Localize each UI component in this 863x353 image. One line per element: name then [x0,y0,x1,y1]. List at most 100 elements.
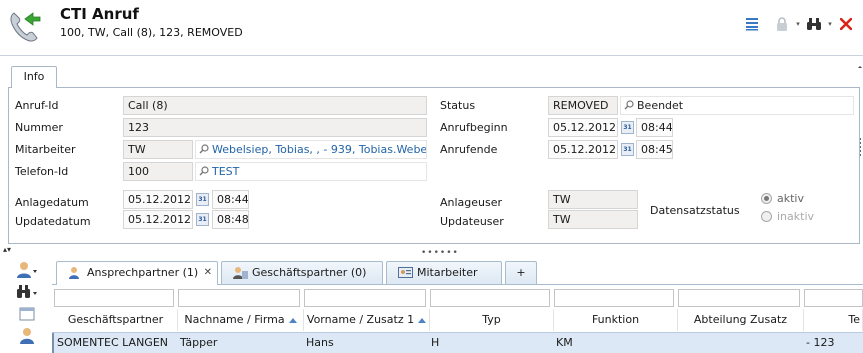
tab-geschaeftspartner[interactable]: Geschäftspartner (0) [221,261,383,284]
updateuser-label: Updateuser [440,215,504,228]
column-header[interactable]: Funktion [554,309,678,331]
window-icon[interactable] [16,304,38,324]
calendar-icon[interactable]: 31 [621,121,634,134]
anrufende-date-field[interactable]: 05.12.2012 [548,140,618,159]
telefon-id-label: Telefon-Id [15,165,69,178]
status-link-text: Beendet [637,99,684,112]
anrufbeginn-label: Anrufbeginn [440,121,508,134]
updatedatum-time-field[interactable]: 08:48 [212,210,249,229]
column-header[interactable]: Nachname / Firma [178,309,304,331]
phone-call-icon [10,12,41,42]
telefon-link-text: TEST [212,165,240,178]
tab-label: Mitarbeiter [417,266,478,279]
sort-ascending-icon [418,317,427,323]
calendar-icon[interactable]: 31 [196,193,209,206]
binoculars-icon[interactable] [16,282,38,302]
add-tab-button[interactable]: + [505,261,537,284]
mitarbeiter-link[interactable]: Webelsiep, Tobias, , - 939, Tobias.Webel [195,140,427,159]
status-link[interactable]: Beendet [620,96,854,115]
lock-dropdown-arrow[interactable]: ▾ [794,20,802,28]
employee-card-icon [398,267,413,278]
page-title: CTI Anruf [60,5,139,23]
calendar-icon[interactable]: 31 [621,143,634,156]
anruf-id-label: Anruf-Id [15,99,59,112]
status-field[interactable]: REMOVED [548,96,618,115]
radio-aktiv[interactable]: aktiv [761,192,804,205]
table-cell[interactable]: Hans [304,333,428,353]
sort-ascending-icon [288,317,297,323]
datensatzstatus-label: Datensatzstatus [650,204,740,217]
table-cell[interactable]: - 123 [804,333,863,353]
radio-aktiv-label: aktiv [777,192,804,205]
anrufende-time-field[interactable]: 08:45 [636,140,673,159]
column-header[interactable]: Typ [430,309,554,331]
column-header[interactable]: Geschäftspartner [54,309,178,331]
anrufbeginn-date-field[interactable]: 05.12.2012 [548,118,618,137]
filter-input[interactable] [678,289,800,307]
search-icon [199,144,209,154]
page-subtitle: 100, TW, Call (8), 123, REMOVED [60,26,243,39]
nummer-field[interactable]: 123 [123,118,427,137]
calendar-icon[interactable]: 31 [196,213,209,226]
table-cell[interactable]: SOMENTEC LANGEN [55,333,177,353]
anrufende-label: Anrufende [440,143,498,156]
lock-icon[interactable] [773,15,791,33]
binoculars-icon[interactable] [805,15,823,33]
column-header[interactable]: Vorname / Zusatz 1 [304,309,430,331]
anruf-id-field[interactable]: Call (8) [123,96,427,115]
table-cell[interactable]: Täpper [178,333,302,353]
anlageuser-field[interactable]: TW [548,190,638,209]
filter-input[interactable] [554,289,674,307]
radio-aktiv-button[interactable] [761,193,772,204]
table-cell[interactable]: KM [554,333,676,353]
filter-input[interactable] [804,289,863,307]
close-tab-icon[interactable]: ✕ [204,262,212,283]
tab-label: Ansprechpartner (1) [87,266,199,279]
list-icon[interactable] [743,15,761,33]
search-icon [199,166,209,176]
filter-input[interactable] [430,289,550,307]
radio-inaktiv-label: inaktiv [777,210,815,223]
anrufbeginn-time-field[interactable]: 08:44 [636,118,673,137]
status-label: Status [440,99,476,112]
close-icon[interactable] [837,15,855,33]
tab-info[interactable]: Info [11,66,57,88]
telefon-id-field[interactable]: 100 [123,162,193,181]
radio-inaktiv[interactable]: inaktiv [761,210,814,223]
table-cell[interactable] [678,333,802,353]
window-header: CTI Anruf 100, TW, Call (8), 123, REMOVE… [0,0,863,52]
anlagedatum-date-field[interactable]: 05.12.2012 [123,190,193,209]
tab-label: Geschäftspartner (0) [252,266,367,279]
anlageuser-label: Anlageuser [440,196,503,209]
contact-person-icon [69,267,79,279]
anlagedatum-time-field[interactable]: 08:44 [212,190,249,209]
mitarbeiter-link-text: Webelsiep, Tobias, , - 939, Tobias.Webel [212,143,427,156]
user-menu-icon[interactable] [16,260,38,280]
column-header[interactable]: Abteilung Zusatz [678,309,804,331]
header-divider [0,55,863,56]
mitarbeiter-label: Mitarbeiter [15,143,76,156]
filter-input[interactable] [304,289,426,307]
telefon-link[interactable]: TEST [195,162,427,181]
nummer-label: Nummer [15,121,63,134]
tab-ansprechpartner[interactable]: Ansprechpartner (1) ✕ [56,261,218,285]
tab-mitarbeiter[interactable]: Mitarbeiter [386,261,502,284]
mitarbeiter-field[interactable]: TW [123,140,193,159]
contact-icon[interactable] [16,326,38,346]
search-icon [624,100,634,110]
header-toolbar: ▾ ▾ [743,14,855,34]
radio-inaktiv-button[interactable] [761,211,772,222]
updatedatum-date-field[interactable]: 05.12.2012 [123,210,193,229]
row-indicator [52,333,54,353]
filter-input[interactable] [178,289,300,307]
filter-input[interactable] [54,289,174,307]
search-dropdown-arrow[interactable]: ▾ [826,20,834,28]
updatedatum-label: Updatedatum [15,215,91,228]
detail-tabstrip: Ansprechpartner (1) ✕ Geschäftspartner (… [52,261,863,285]
anlagedatum-label: Anlagedatum [15,196,89,209]
column-header[interactable]: Te [804,309,863,331]
splitter-handle[interactable]: •••••• [421,248,459,258]
collapse-toggle[interactable]: ▴▾ [3,245,11,254]
updateuser-field[interactable]: TW [548,210,638,229]
table-cell[interactable]: H [429,333,551,353]
